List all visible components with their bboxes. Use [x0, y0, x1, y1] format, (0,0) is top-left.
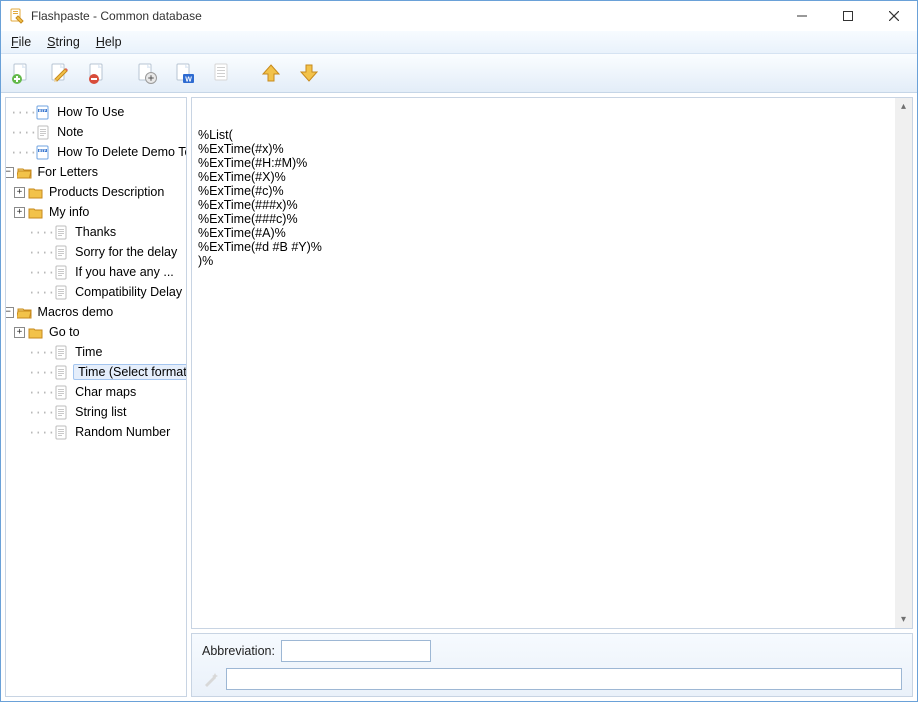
list-button[interactable] [208, 59, 236, 87]
delete-item-button[interactable] [83, 59, 111, 87]
new-folder-button[interactable] [132, 59, 160, 87]
folder-closed-icon [28, 205, 43, 220]
tree-item-label: Time (Select format) [73, 364, 187, 380]
client-area: ····RTFHow To Use····Note····RTFHow To D… [1, 93, 917, 701]
tree-item-label: How To Delete Demo Text [55, 145, 187, 159]
tree-item[interactable]: +Products Description [28, 182, 184, 202]
folder-icon [17, 165, 32, 180]
new-word-button[interactable]: W [170, 59, 198, 87]
tree-item[interactable]: ····If you have any ... [28, 262, 184, 282]
editor-panel[interactable]: %List( %ExTime(#x)% %ExTime(#H:#M)% %ExT… [191, 97, 913, 629]
tree-item[interactable]: ····Compatibility Delay [28, 282, 184, 302]
tree-panel[interactable]: ····RTFHow To Use····Note····RTFHow To D… [5, 97, 187, 697]
tree-item-label: How To Use [55, 105, 126, 119]
doc-icon [54, 345, 69, 360]
tree-item[interactable]: ····String list [28, 402, 184, 422]
doc-icon [54, 285, 69, 300]
wand-icon [202, 670, 220, 688]
tree-item-label: Thanks [73, 225, 118, 239]
doc-icon [54, 265, 69, 280]
expand-icon[interactable]: + [14, 327, 25, 338]
collapse-icon[interactable]: − [5, 307, 14, 318]
tree-item-label: String list [73, 405, 128, 419]
tree-item-label: Sorry for the delay [73, 245, 179, 259]
minimize-button[interactable] [779, 1, 825, 31]
tree-item[interactable]: ····Time (Select format) [28, 362, 184, 382]
titlebar[interactable]: Flashpaste - Common database [1, 1, 917, 31]
tree-item-label: Products Description [47, 185, 166, 199]
tree-item[interactable]: −Macros demo [10, 302, 184, 322]
tree-item[interactable]: ····Thanks [28, 222, 184, 242]
move-up-button[interactable] [257, 59, 285, 87]
svg-text:W: W [185, 77, 192, 84]
close-button[interactable] [871, 1, 917, 31]
expand-icon[interactable]: + [14, 207, 25, 218]
folder-closed-icon [28, 325, 43, 340]
tree-item[interactable]: +Go to [28, 322, 184, 342]
menu-string[interactable]: String [39, 33, 88, 51]
window: Flashpaste - Common database File String… [0, 0, 918, 702]
tree-item-label: Char maps [73, 385, 138, 399]
doc-icon [54, 425, 69, 440]
tree-item-label: Compatibility Delay [73, 285, 184, 299]
maximize-button[interactable] [825, 1, 871, 31]
right-column: %List( %ExTime(#x)% %ExTime(#H:#M)% %ExT… [191, 97, 913, 697]
rtf-icon: RTF [36, 105, 51, 120]
doc-icon [54, 385, 69, 400]
folder-icon [17, 305, 32, 320]
menu-file[interactable]: File [3, 33, 39, 51]
tree-item[interactable]: ····Sorry for the delay [28, 242, 184, 262]
window-title: Flashpaste - Common database [31, 9, 202, 23]
tree-item-label: Random Number [73, 425, 172, 439]
new-item-button[interactable] [7, 59, 35, 87]
doc-icon [54, 225, 69, 240]
tree-item[interactable]: ····Char maps [28, 382, 184, 402]
tree-item[interactable]: ····Note [10, 122, 184, 142]
edit-item-button[interactable] [45, 59, 73, 87]
folder-closed-icon [28, 185, 43, 200]
tree-item-label: If you have any ... [73, 265, 176, 279]
svg-text:RTF: RTF [39, 108, 47, 112]
vertical-scrollbar[interactable]: ▴▾ [895, 98, 912, 628]
tree-item[interactable]: ····Time [28, 342, 184, 362]
doc-icon [54, 405, 69, 420]
tree-item-label: For Letters [36, 165, 100, 179]
doc-icon [54, 365, 69, 380]
doc-icon [54, 245, 69, 260]
svg-text:RTF: RTF [39, 148, 47, 152]
abbreviation-input[interactable] [281, 640, 431, 662]
tree-item-label: My info [47, 205, 91, 219]
app-icon [9, 8, 25, 24]
abbreviation-label: Abbreviation: [202, 644, 275, 658]
tree-item-label: Time [73, 345, 104, 359]
toolbar: W [1, 53, 917, 93]
menubar: File String Help [1, 31, 917, 53]
menu-help[interactable]: Help [88, 33, 130, 51]
tree-item-label: Go to [47, 325, 82, 339]
expand-icon[interactable]: + [14, 187, 25, 198]
tree-item[interactable]: +My info [28, 202, 184, 222]
tree-item-label: Note [55, 125, 85, 139]
move-down-button[interactable] [295, 59, 323, 87]
path-input[interactable] [226, 668, 902, 690]
tree-item[interactable]: ····RTFHow To Delete Demo Text [10, 142, 184, 162]
tree-item[interactable]: −For Letters [10, 162, 184, 182]
rtf-icon: RTF [36, 145, 51, 160]
bottom-panel: Abbreviation: [191, 633, 913, 697]
doc-icon [36, 125, 51, 140]
tree-item[interactable]: ····RTFHow To Use [10, 102, 184, 122]
tree-item-label: Macros demo [36, 305, 116, 319]
collapse-icon[interactable]: − [5, 167, 14, 178]
tree-item[interactable]: ····Random Number [28, 422, 184, 442]
